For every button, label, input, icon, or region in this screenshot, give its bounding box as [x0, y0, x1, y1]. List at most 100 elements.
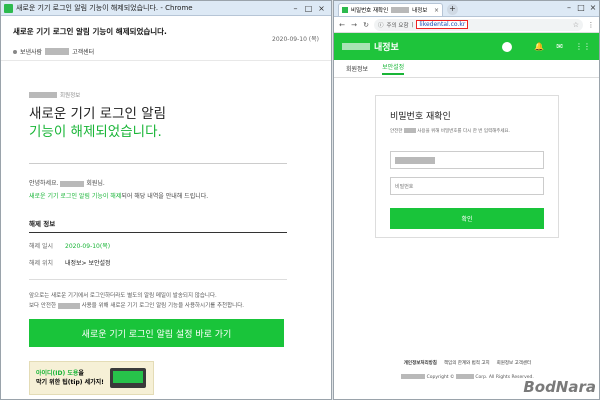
menu-icon[interactable]: ⋮ — [587, 21, 595, 29]
headline-line-1: 새로운 기기 로그인 알림 — [29, 106, 167, 122]
divider — [29, 279, 287, 280]
avatar[interactable] — [502, 41, 513, 52]
site-title: 내정보 — [374, 43, 399, 53]
card-subtitle: 안전한 사용을 위해 비밀번호를 다시 한 번 입력해주세요. — [390, 128, 544, 134]
close-icon[interactable]: × — [315, 1, 328, 15]
redacted-text — [391, 7, 410, 13]
brand-suffix: 회원정보 — [60, 93, 81, 99]
title-bar: 새로운 기기 로그인 알림 기능이 해제되었습니다. - Chrome – □ … — [1, 1, 331, 16]
sender-suffix: 고객센터 — [72, 49, 95, 56]
tab-security[interactable]: 보안설정 — [382, 62, 405, 75]
footer: 개인정보처리방침 책임의 한계와 법적 고지 회원정보 고객센터 Copyrig… — [334, 360, 599, 380]
banner-text: 아이디(ID) 도용을 막기 위한 팁(tip) 세가지! — [36, 369, 104, 387]
reload-icon[interactable]: ↻ — [362, 21, 370, 29]
alert-settings-button[interactable]: 새로운 기기 로그인 알림 설정 바로 가기 — [29, 319, 284, 347]
footer-link-legal[interactable]: 책임의 한계와 법적 고지 — [444, 360, 490, 366]
mail-sender: 보낸사람 고객센터 — [13, 47, 319, 56]
apps-grid-icon[interactable]: ⋮⋮ — [575, 42, 591, 51]
site-header: 내정보 🔔 ✉ ⋮⋮ — [334, 33, 599, 60]
security-warning: 주의 요함 — [386, 22, 409, 29]
redacted-text — [57, 302, 80, 309]
card-sub-text: 사용을 위해 비밀번호를 다시 한 번 입력해주세요. — [417, 129, 511, 134]
redacted-text — [403, 128, 416, 133]
redacted-text — [29, 92, 57, 98]
redacted-logo — [342, 43, 370, 50]
mail-date: 2020-09-10 (목) — [272, 36, 319, 43]
info-row: 해제 위치 내정보> 보안설정 — [29, 258, 331, 267]
tab-member-info[interactable]: 회원정보 — [346, 64, 368, 73]
tab-bar: 비밀번호 재확인 내정보 × + – □ × — [334, 1, 599, 17]
copyright-prefix: Copyright © — [426, 375, 455, 380]
divider — [29, 232, 287, 233]
user-id-field[interactable] — [390, 151, 544, 169]
greet-suffix: 회원님. — [86, 180, 105, 187]
tab-title: 비밀번호 재확인 — [351, 8, 389, 14]
bell-icon[interactable]: 🔔 — [534, 42, 544, 51]
info-label: 해제 위치 — [29, 260, 53, 267]
info-row: 해제 일시 2020-09-10(목) — [29, 241, 331, 250]
greet2-highlight: 새로운 기기 로그인 알림 기능이 해제 — [29, 193, 122, 200]
chrome-app-icon — [4, 3, 13, 13]
info-label: 해제 일시 — [29, 243, 53, 250]
banner-line1: 을 — [78, 370, 84, 377]
footer-link-privacy[interactable]: 개인정보처리방침 — [404, 360, 437, 366]
banner-highlight: 아이디(ID) 도용 — [36, 370, 79, 377]
password-card: 비밀번호 재확인 안전한 사용을 위해 비밀번호를 다시 한 번 입력해주세요.… — [375, 95, 559, 238]
maximize-icon[interactable]: □ — [302, 1, 315, 15]
email-window: 새로운 기기 로그인 알림 기능이 해제되었습니다. - Chrome – □ … — [0, 0, 332, 400]
forward-icon[interactable]: → — [350, 21, 358, 29]
divider — [29, 163, 287, 164]
section-title: 해제 정보 — [29, 220, 56, 228]
tab-suffix: 내정보 — [412, 8, 428, 14]
greet2-rest: 되어 해당 내역을 안내해 드립니다. — [121, 193, 209, 200]
tips-banner[interactable]: 아이디(ID) 도용을 막기 위한 팁(tip) 세가지! — [29, 361, 154, 395]
url-field[interactable]: ⓘ 주의 요함 | likedental.co.kr ☆ — [374, 18, 583, 31]
browser-window: 비밀번호 재확인 내정보 × + – □ × ← → ↻ ⓘ 주의 요함 | l… — [333, 0, 600, 400]
sender-prefix: 보낸사람 — [20, 49, 43, 56]
note-2b: 사용을 위해 새로운 기기 로그인 알림 기능을 사용하시기를 추천합니다. — [81, 303, 245, 309]
url-text: likedental.co.kr — [416, 20, 469, 29]
confirm-button[interactable]: 확인 — [390, 208, 544, 229]
redacted-text — [45, 48, 70, 55]
bookmark-star-icon[interactable]: ☆ — [573, 21, 579, 29]
mail-header: 새로운 기기 로그인 알림 기능이 해제되었습니다. 2020-09-10 (목… — [1, 16, 331, 61]
sub-navigation: 회원정보 보안설정 — [334, 60, 599, 78]
footer-link-support[interactable]: 회원정보 고객센터 — [497, 360, 532, 366]
note-line-2: 보다 안전한 사용을 위해 새로운 기기 로그인 알림 기능을 사용하시기를 추… — [29, 301, 331, 311]
greeting: 안녕하세요. 회원님. — [29, 178, 331, 187]
info-value: 내정보> 보안설정 — [65, 260, 111, 267]
password-field[interactable]: 비밀번호 — [390, 177, 544, 195]
note-2a: 보다 안전한 — [29, 303, 57, 309]
window-title: 새로운 기기 로그인 알림 기능이 해제되었습니다. - Chrome — [16, 4, 193, 12]
bullet-icon — [13, 49, 17, 54]
brand-line: 회원정보 — [29, 91, 331, 99]
card-sub-prefix: 안전한 — [390, 129, 403, 134]
maximize-icon[interactable]: □ — [575, 1, 587, 15]
note-line-1: 앞으로는 새로운 기기에서 로그인하더라도 별도의 알림 메일이 발송되지 않습… — [29, 293, 217, 299]
favicon-icon — [342, 7, 348, 13]
notes: 앞으로는 새로운 기기에서 로그인하더라도 별도의 알림 메일이 발송되지 않습… — [29, 291, 331, 311]
banner-line2: 막기 위한 팁(tip) 세가지! — [36, 379, 104, 386]
redacted-text — [455, 374, 474, 379]
redacted-text — [395, 156, 435, 164]
watermark: BodNara — [523, 378, 596, 396]
mail-icon[interactable]: ✉ — [556, 42, 563, 51]
back-icon[interactable]: ← — [338, 21, 346, 29]
minimize-icon[interactable]: – — [289, 1, 302, 15]
minimize-icon[interactable]: – — [563, 1, 575, 15]
new-tab-icon[interactable]: + — [447, 4, 458, 15]
laptop-icon — [109, 368, 146, 388]
warning-icon: ⓘ — [378, 22, 384, 29]
address-bar: ← → ↻ ⓘ 주의 요함 | likedental.co.kr ☆ ⋮ — [334, 17, 599, 33]
tab-close-icon[interactable]: × — [434, 7, 439, 14]
close-icon[interactable]: × — [587, 1, 599, 15]
headline-line-2: 기능이 해제되었습니다. — [29, 124, 162, 140]
greet-prefix: 안녕하세요. — [29, 180, 59, 187]
redacted-text — [60, 180, 85, 187]
redacted-text — [401, 374, 426, 379]
browser-tab[interactable]: 비밀번호 재확인 내정보 × — [338, 3, 443, 16]
card-title: 비밀번호 재확인 — [390, 112, 451, 122]
greeting-detail: 새로운 기기 로그인 알림 기능이 해제되어 해당 내역을 안내해 드립니다. — [29, 191, 331, 200]
info-value: 2020-09-10(목) — [65, 243, 111, 250]
mail-body: 회원정보 새로운 기기 로그인 알림 기능이 해제되었습니다. 안녕하세요. 회… — [1, 91, 331, 395]
